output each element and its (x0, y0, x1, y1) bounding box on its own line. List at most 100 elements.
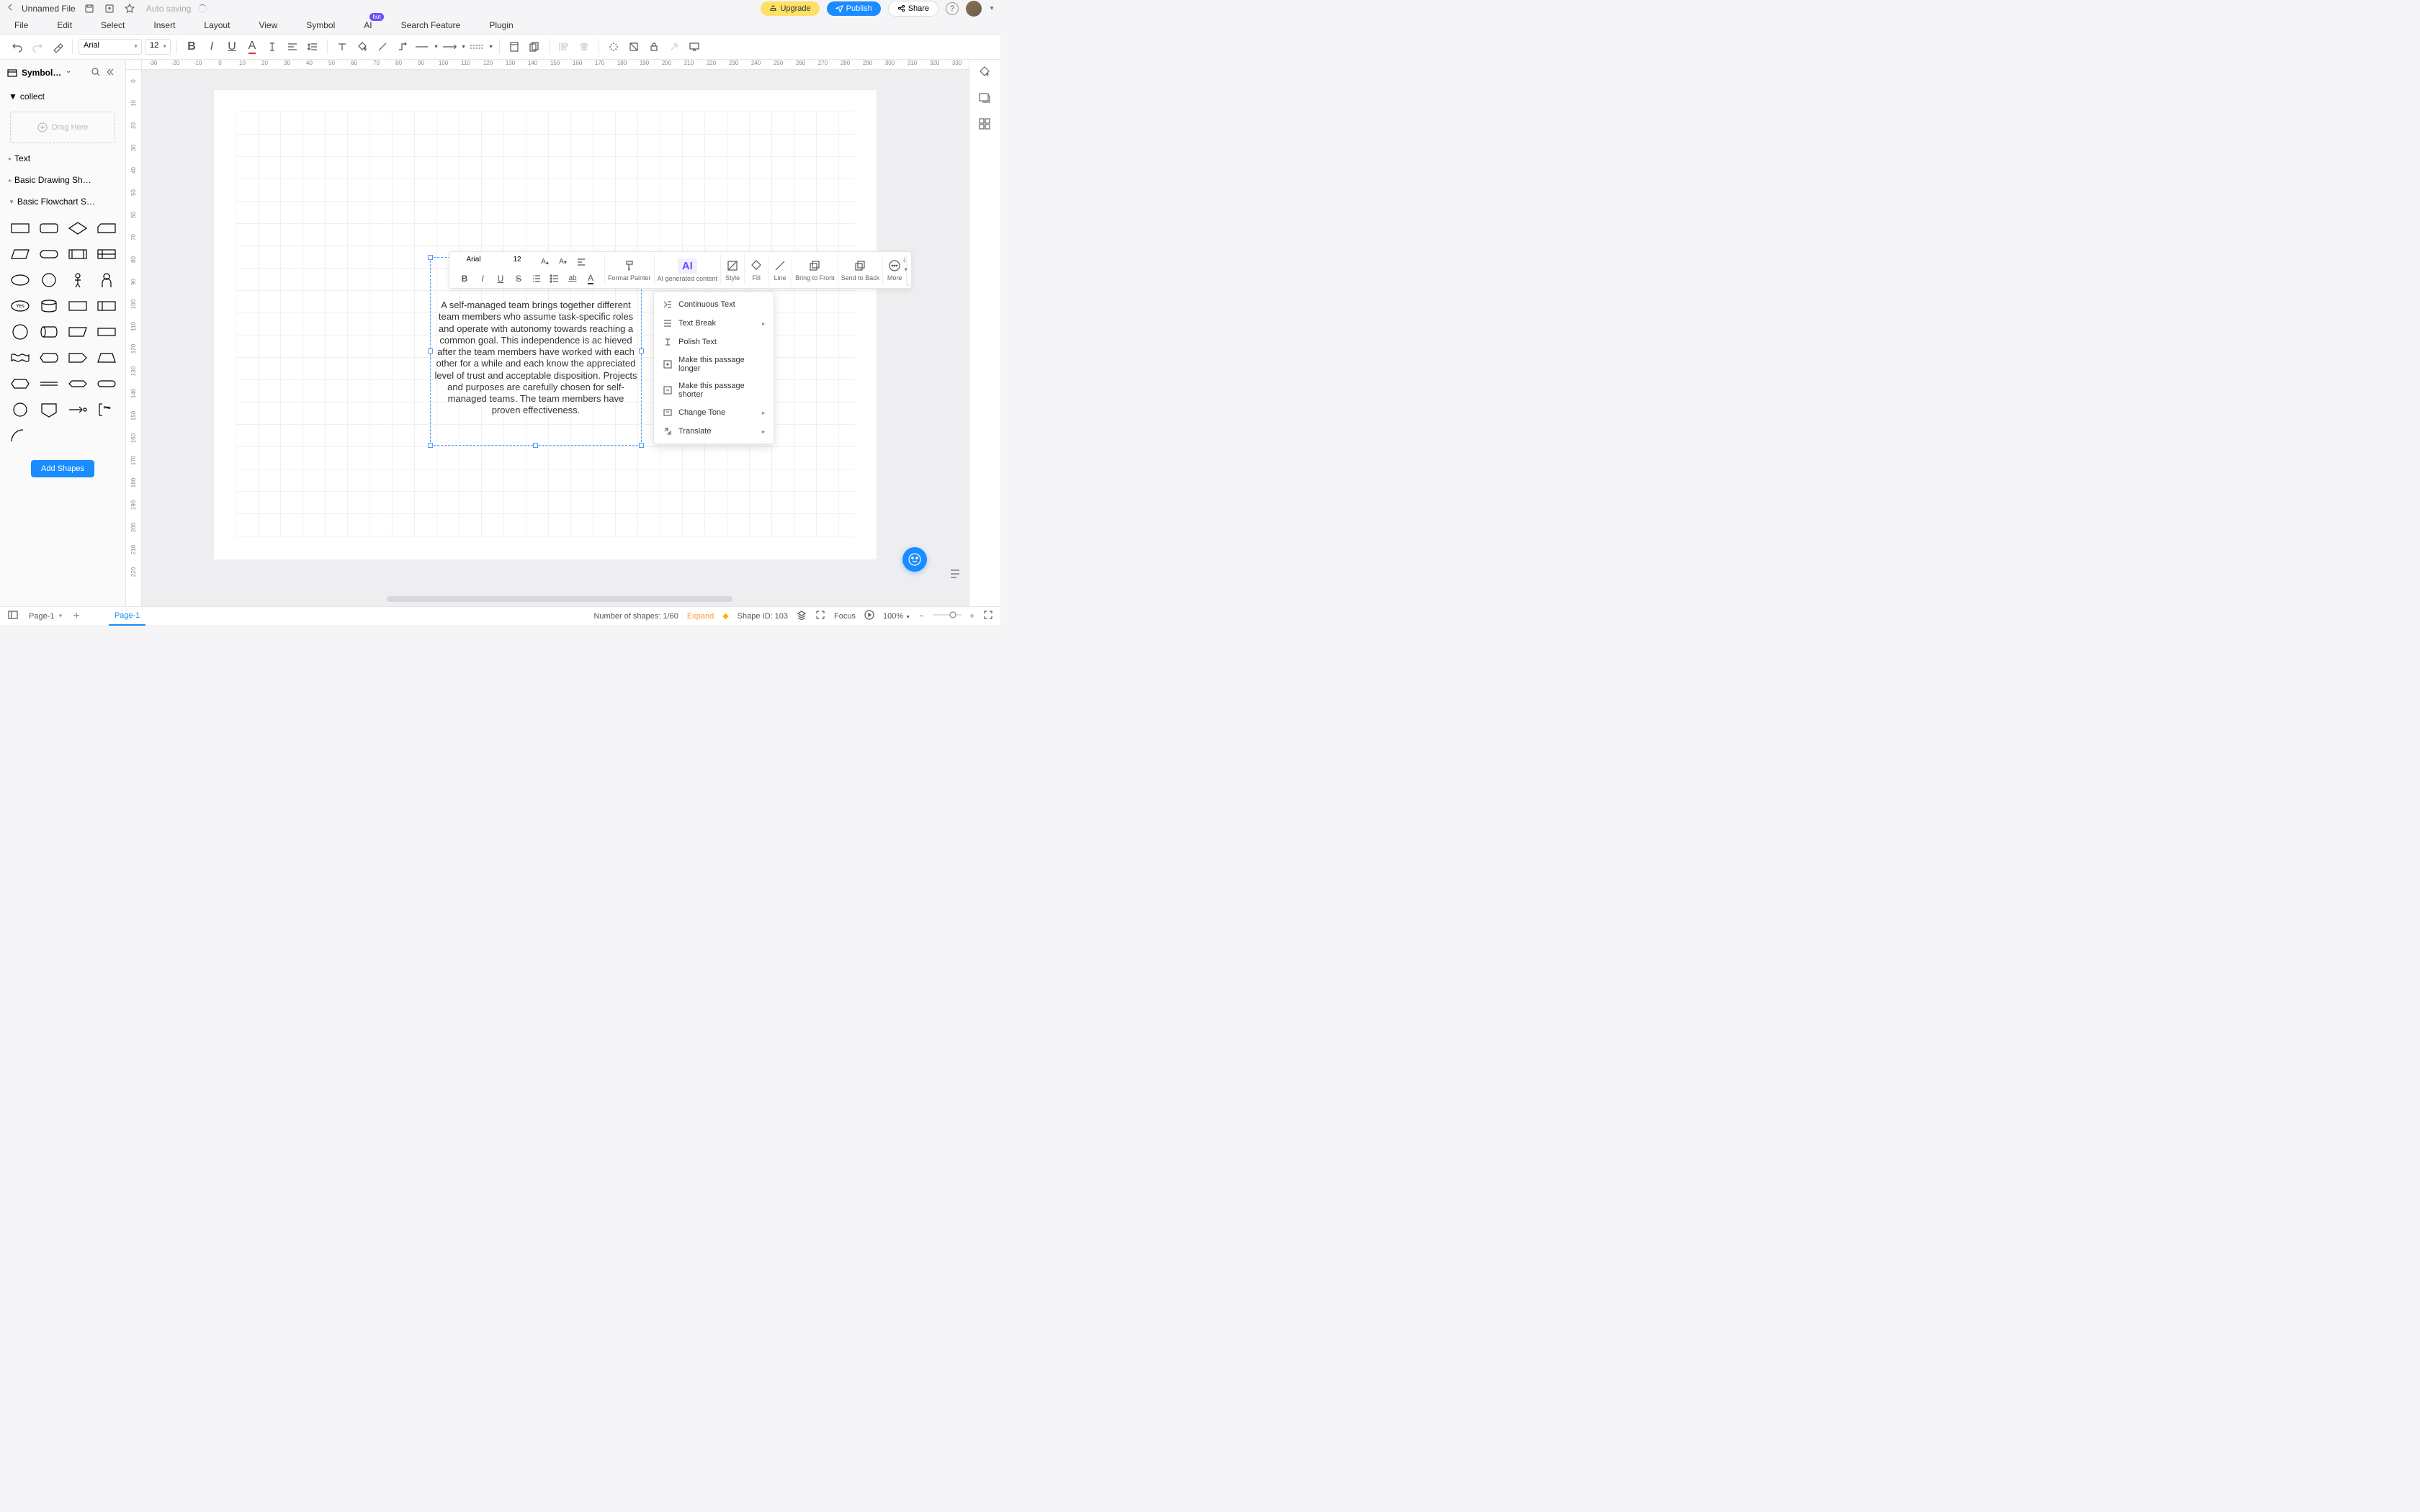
shape-person[interactable] (65, 269, 91, 292)
lock-icon[interactable] (645, 38, 663, 55)
shape-parallelogram[interactable] (7, 243, 33, 266)
pages-panel-icon[interactable] (7, 609, 19, 623)
zoom-out-icon[interactable]: − (919, 612, 923, 621)
shape-arc[interactable] (7, 424, 33, 447)
arrow-start-icon[interactable]: ▼ (442, 38, 466, 55)
focus-icon[interactable] (815, 610, 825, 622)
ctx-send-back-icon[interactable] (851, 258, 869, 273)
align-left-icon[interactable] (555, 38, 573, 55)
shape-circle3[interactable] (7, 398, 33, 421)
redo-icon[interactable] (29, 38, 46, 55)
shape-internal[interactable] (94, 243, 120, 266)
add-shapes-button[interactable]: Add Shapes (31, 460, 94, 477)
page[interactable]: A self-managed team brings together diff… (214, 90, 877, 559)
ctx-style-icon[interactable] (724, 258, 741, 273)
export-icon[interactable] (103, 2, 116, 15)
shape-rect2[interactable] (65, 294, 91, 318)
pin-icon[interactable] (901, 254, 908, 261)
avatar[interactable] (966, 1, 982, 17)
ai-menu-change-tone[interactable]: Change Tone▸ (654, 403, 774, 422)
ai-menu-continuous-text[interactable]: Continuous Text (654, 295, 774, 314)
line-spacing-icon[interactable] (304, 38, 321, 55)
menu-plugin[interactable]: Plugin (489, 20, 513, 30)
ctx-textcolor-icon[interactable]: A (583, 271, 599, 286)
shape-display[interactable] (36, 346, 62, 369)
expand-link[interactable]: Expand (687, 612, 714, 621)
ai-menu-translate[interactable]: Translate▸ (654, 422, 774, 441)
save-icon[interactable] (83, 2, 96, 15)
shape-split[interactable] (94, 294, 120, 318)
zoom-in-icon[interactable]: + (970, 612, 974, 621)
effects-icon[interactable] (605, 38, 622, 55)
menu-ai[interactable]: AIhot (364, 20, 372, 30)
tools-icon[interactable] (666, 38, 683, 55)
rail-grid-icon[interactable] (978, 117, 992, 132)
shape-stadium[interactable] (94, 372, 120, 395)
page-icon[interactable] (506, 38, 523, 55)
ai-menu-text-break[interactable]: Text Break▸ (654, 314, 774, 333)
shape-arrow[interactable] (65, 398, 91, 421)
ctx-list-num-icon[interactable] (529, 271, 544, 286)
shape-tag[interactable] (65, 346, 91, 369)
menu-symbol[interactable]: Symbol (306, 20, 335, 30)
help-icon[interactable]: ? (946, 2, 959, 15)
ai-menu-longer[interactable]: Make this passage longer (654, 351, 774, 377)
align-center-icon[interactable] (575, 38, 593, 55)
shape-manual[interactable] (65, 320, 91, 343)
canvas-background[interactable]: A self-managed team brings together diff… (142, 70, 969, 606)
menu-edit[interactable]: Edit (57, 20, 72, 30)
horizontal-scrollbar[interactable] (387, 596, 732, 602)
resize-handle-w[interactable] (428, 348, 433, 354)
outline-icon[interactable] (949, 567, 963, 582)
star-icon[interactable] (123, 2, 136, 15)
align-icon[interactable] (284, 38, 301, 55)
ctx-strike-icon[interactable]: S (511, 271, 526, 286)
shape-wave[interactable] (7, 346, 33, 369)
shape-ellipse[interactable] (7, 269, 33, 292)
cat-basic-drawing[interactable]: ▸Basic Drawing Sh… (0, 169, 125, 191)
page-select[interactable]: Page-1▼ (26, 611, 66, 622)
shape-yes[interactable]: Yes (7, 294, 33, 318)
ctx-list-bullet-icon[interactable] (547, 271, 563, 286)
shape-rect3[interactable] (94, 320, 120, 343)
ctx-format-painter-icon[interactable] (621, 258, 638, 273)
pages-icon[interactable] (526, 38, 543, 55)
text-tool-icon[interactable] (333, 38, 351, 55)
format-brush-icon[interactable] (49, 38, 66, 55)
fill-icon[interactable] (354, 38, 371, 55)
shape-actor[interactable] (94, 269, 120, 292)
resize-handle-nw[interactable] (428, 255, 433, 260)
italic-icon[interactable]: I (203, 38, 220, 55)
ctx-underline-icon[interactable]: U (493, 271, 508, 286)
connector-icon[interactable] (394, 38, 411, 55)
shape-hexagon[interactable] (7, 372, 33, 395)
line-style-icon[interactable]: ▼ (414, 38, 439, 55)
expand-corner-icon[interactable]: ⌟ (906, 280, 909, 287)
bold-icon[interactable]: B (183, 38, 200, 55)
layers-bottom-icon[interactable] (797, 610, 807, 622)
drag-here-zone[interactable]: Drag Here (10, 112, 115, 143)
cat-basic-flowchart[interactable]: ▼Basic Flowchart S… (0, 191, 125, 212)
zoom-slider[interactable] (933, 611, 962, 621)
font-size-select[interactable]: 12▼ (145, 39, 171, 55)
line-tool-icon[interactable] (374, 38, 391, 55)
resize-handle-se[interactable] (639, 443, 644, 448)
ai-menu-shorter[interactable]: Make this passage shorter (654, 377, 774, 403)
undo-icon[interactable] (9, 38, 26, 55)
ctx-bold-icon[interactable]: B (457, 271, 472, 286)
font-select[interactable]: Arial▼ (79, 39, 142, 55)
shape-diamond[interactable] (65, 217, 91, 240)
page-tab[interactable]: Page-1 (109, 607, 145, 626)
add-page-icon[interactable]: + (73, 610, 79, 623)
resize-handle-e[interactable] (639, 348, 644, 354)
shape-card[interactable] (94, 217, 120, 240)
shape-offpage[interactable] (36, 398, 62, 421)
sidebar-dropdown-icon[interactable]: ⌄ (66, 67, 77, 78)
fullscreen-icon[interactable] (983, 610, 993, 622)
ctx-fill-icon[interactable] (748, 258, 765, 273)
focus-label[interactable]: Focus (834, 612, 856, 621)
ctx-bring-front-icon[interactable] (806, 258, 823, 273)
ctx-ai-button[interactable]: AI (678, 258, 697, 274)
menu-insert[interactable]: Insert (153, 20, 175, 30)
presentation-icon[interactable] (686, 38, 703, 55)
